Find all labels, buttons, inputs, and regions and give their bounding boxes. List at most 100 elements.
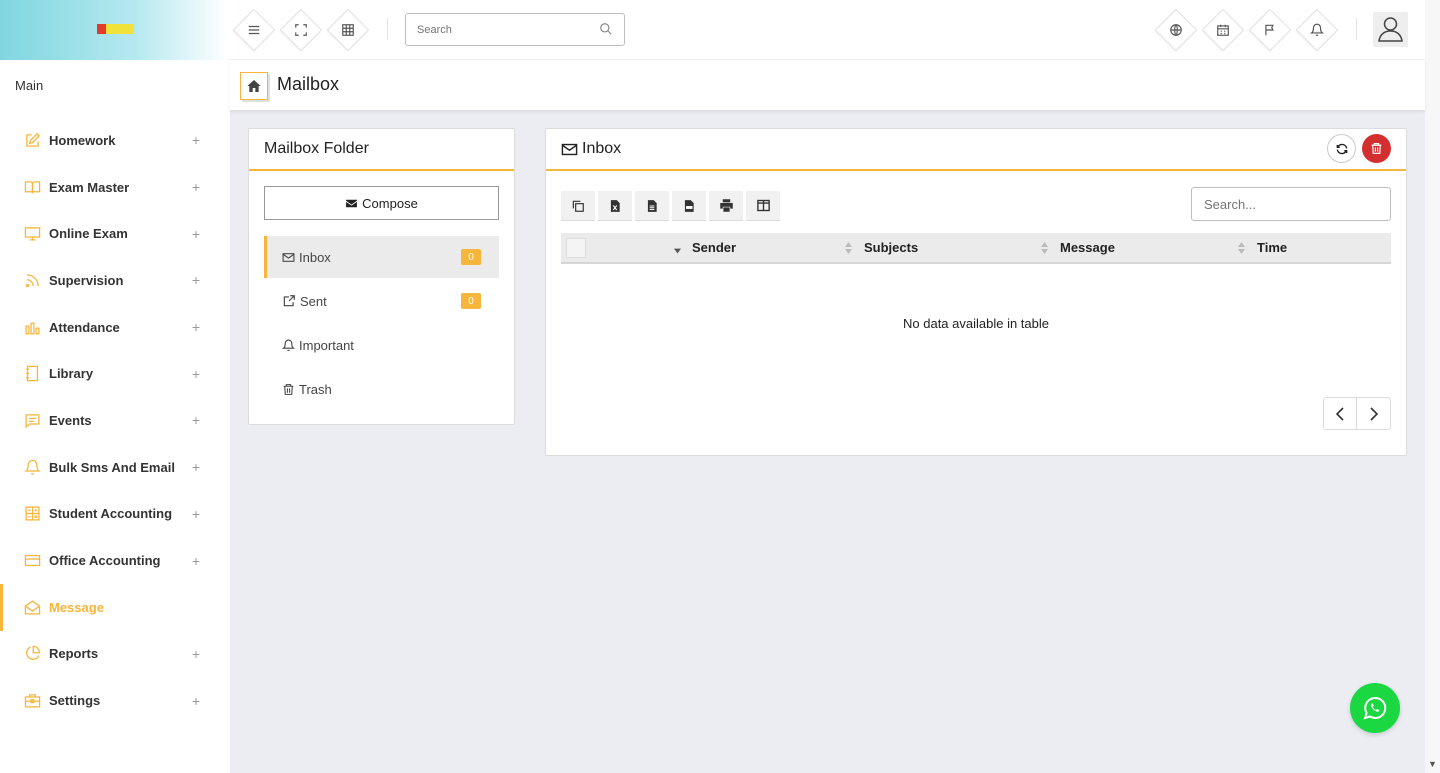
folder-sent[interactable]: Sent 0 bbox=[264, 280, 499, 322]
previous-page-button[interactable] bbox=[1324, 398, 1358, 429]
folder-label: Trash bbox=[299, 381, 332, 397]
column-visibility-button[interactable] bbox=[746, 191, 780, 221]
column-header-time[interactable]: Time bbox=[1257, 240, 1287, 255]
excel-button[interactable] bbox=[598, 191, 632, 221]
expand-icon[interactable]: + bbox=[192, 693, 200, 709]
expand-icon[interactable]: + bbox=[192, 646, 200, 662]
inbox-title: Inbox bbox=[582, 140, 622, 157]
sort-icon[interactable] bbox=[1041, 242, 1048, 254]
excel-icon bbox=[610, 199, 620, 212]
home-button[interactable] bbox=[240, 72, 268, 100]
table-search-input[interactable] bbox=[1191, 187, 1391, 221]
sidebar-item-library[interactable]: Library + bbox=[0, 350, 228, 397]
language-button[interactable] bbox=[1154, 8, 1198, 52]
menu-toggle-button[interactable] bbox=[232, 8, 276, 52]
sidebar-item-online-exam[interactable]: Online Exam + bbox=[0, 210, 228, 257]
folder-label: Sent bbox=[300, 293, 327, 309]
expand-icon[interactable]: + bbox=[192, 226, 200, 242]
inbox-card: Inbox Search... Sender Subjects Message … bbox=[545, 128, 1407, 456]
calendar-button[interactable] bbox=[1201, 8, 1245, 52]
grid-icon bbox=[342, 24, 354, 36]
empty-table-message: No data available in table bbox=[903, 316, 1049, 331]
flag-button[interactable] bbox=[1248, 8, 1292, 52]
expand-icon[interactable]: + bbox=[192, 553, 200, 569]
search-icon[interactable] bbox=[599, 22, 613, 36]
folder-important[interactable]: Important bbox=[264, 324, 499, 366]
sidebar-item-events[interactable]: Events + bbox=[0, 397, 228, 444]
sidebar-item-label: Bulk Sms And Email bbox=[49, 459, 175, 475]
expand-icon[interactable]: + bbox=[192, 506, 200, 522]
expand-icon[interactable]: + bbox=[192, 132, 200, 148]
sidebar-item-message[interactable]: Message bbox=[0, 583, 228, 631]
sidebar-item-label: Settings bbox=[49, 693, 101, 709]
sidebar-item-label: Library bbox=[49, 366, 94, 382]
export-toolbar bbox=[561, 191, 783, 221]
top-search bbox=[405, 13, 625, 46]
notifications-button[interactable] bbox=[1295, 8, 1339, 52]
compose-button[interactable]: Compose bbox=[264, 186, 499, 220]
next-page-button[interactable] bbox=[1357, 398, 1390, 429]
sidebar-item-label: Reports bbox=[49, 646, 99, 662]
sidebar-item-office-accounting[interactable]: Office Accounting + bbox=[0, 537, 228, 584]
sidebar-item-supervision[interactable]: Supervision + bbox=[0, 257, 228, 304]
book-icon bbox=[23, 178, 41, 196]
expand-icon[interactable]: + bbox=[192, 366, 200, 382]
folder-trash[interactable]: Trash bbox=[264, 368, 499, 410]
pdf-button[interactable] bbox=[672, 191, 706, 221]
bell-icon bbox=[23, 458, 41, 476]
main-content: Mailbox Mailbox Folder Compose Inbox 0 S… bbox=[230, 60, 1425, 773]
mailbox-folder-card: Mailbox Folder Compose Inbox 0 Sent 0 Im… bbox=[248, 128, 515, 425]
csv-icon bbox=[647, 199, 657, 212]
top-search-input[interactable] bbox=[406, 14, 586, 45]
envelope-icon bbox=[561, 143, 578, 155]
folder-inbox[interactable]: Inbox 0 bbox=[264, 236, 499, 278]
sidebar-item-label: Student Accounting bbox=[49, 506, 173, 522]
column-header-subjects[interactable]: Subjects bbox=[864, 240, 918, 255]
user-avatar[interactable] bbox=[1373, 12, 1408, 47]
bar-chart-icon bbox=[23, 318, 41, 336]
expand-icon[interactable]: + bbox=[192, 179, 200, 195]
fullscreen-button[interactable] bbox=[279, 8, 323, 52]
expand-icon[interactable]: + bbox=[192, 319, 200, 335]
sidebar-item-homework[interactable]: Homework + bbox=[0, 117, 228, 164]
refresh-button[interactable] bbox=[1327, 134, 1356, 163]
credit-card-icon bbox=[23, 552, 41, 570]
print-icon bbox=[719, 199, 733, 212]
school-logo[interactable] bbox=[97, 24, 134, 34]
whatsapp-button[interactable] bbox=[1350, 683, 1400, 733]
sidebar-item-student-accounting[interactable]: Student Accounting + bbox=[0, 491, 228, 538]
divider bbox=[1356, 18, 1357, 40]
sort-icon[interactable] bbox=[845, 242, 852, 254]
sidebar-section-label: Main bbox=[15, 78, 44, 93]
table-header: Sender Subjects Message Time bbox=[561, 233, 1391, 264]
inbox-count-badge: 0 bbox=[461, 249, 481, 265]
sidebar-item-label: Homework bbox=[49, 132, 116, 148]
scroll-down-icon[interactable]: ▼ bbox=[1428, 759, 1437, 769]
pdf-icon bbox=[684, 199, 694, 212]
page-scrollbar[interactable]: ▼ bbox=[1425, 0, 1440, 773]
sidebar-item-label: Supervision bbox=[49, 272, 124, 288]
expand-icon[interactable]: + bbox=[192, 459, 200, 475]
menu-icon bbox=[248, 25, 260, 35]
sort-desc-icon[interactable] bbox=[674, 245, 681, 257]
expand-icon[interactable]: + bbox=[192, 272, 200, 288]
envelope-icon bbox=[282, 252, 295, 262]
select-all-checkbox[interactable] bbox=[566, 238, 586, 258]
sidebar-item-reports[interactable]: Reports + bbox=[0, 631, 228, 678]
sidebar-item-bulk-sms[interactable]: Bulk Sms And Email + bbox=[0, 444, 228, 491]
sidebar-item-exam-master[interactable]: Exam Master + bbox=[0, 164, 228, 211]
folder-label: Important bbox=[299, 337, 354, 353]
delete-button[interactable] bbox=[1362, 134, 1391, 163]
sidebar-item-settings[interactable]: Settings + bbox=[0, 677, 228, 724]
apps-grid-button[interactable] bbox=[326, 8, 370, 52]
column-header-sender[interactable]: Sender bbox=[692, 240, 736, 255]
sidebar-item-label: Message bbox=[49, 599, 104, 615]
print-button[interactable] bbox=[709, 191, 743, 221]
column-header-message[interactable]: Message bbox=[1060, 240, 1115, 255]
expand-icon[interactable]: + bbox=[192, 412, 200, 428]
copy-button[interactable] bbox=[561, 191, 595, 221]
sidebar-nav: Homework + Exam Master + Online Exam + S… bbox=[0, 117, 228, 724]
csv-button[interactable] bbox=[635, 191, 669, 221]
sidebar-item-attendance[interactable]: Attendance + bbox=[0, 304, 228, 351]
sort-icon[interactable] bbox=[1238, 242, 1245, 254]
